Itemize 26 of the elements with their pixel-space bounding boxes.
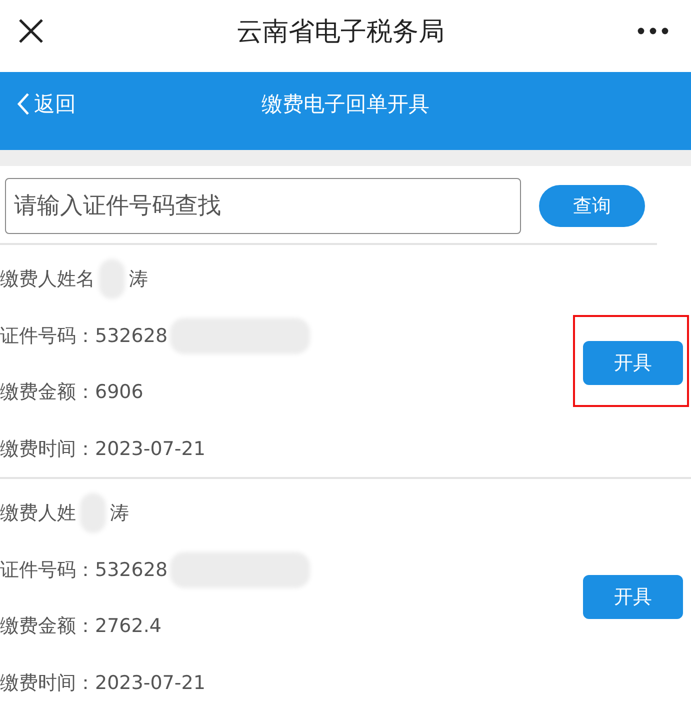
field-value: 532628 [95, 324, 168, 347]
field-value: 532628 [95, 558, 168, 581]
field-value: 6906 [95, 381, 144, 404]
field-label: 缴费时间： [0, 670, 95, 696]
field-value: 涛 [110, 501, 129, 526]
field-value: 2023-07-21 [95, 672, 206, 694]
chevron-left-icon [16, 92, 30, 116]
field-label: 证件号码： [0, 324, 95, 349]
close-icon[interactable] [18, 18, 44, 44]
field-label: 缴费金额： [0, 614, 95, 640]
field-value: 涛 [129, 267, 148, 292]
field-label: 缴费人姓 [0, 501, 76, 526]
page-title: 缴费电子回单开具 [262, 91, 430, 118]
issue-button[interactable]: 开具 [583, 341, 683, 385]
search-button[interactable]: 查询 [539, 185, 645, 227]
back-button[interactable]: 返回 [16, 90, 76, 118]
field-label: 证件号码： [0, 558, 95, 583]
field-value: 2023-07-21 [95, 438, 206, 460]
field-label: 缴费人姓名 [0, 267, 95, 292]
field-label: 缴费金额： [0, 380, 95, 406]
field-label: 缴费时间： [0, 436, 95, 462]
more-icon[interactable] [637, 27, 669, 35]
app-title: 云南省电子税务局 [236, 16, 444, 48]
issue-button[interactable]: 开具 [583, 575, 683, 619]
search-field[interactable]: 请输入证件号码查找 [5, 178, 521, 234]
field-value: 2762.4 [95, 615, 162, 638]
